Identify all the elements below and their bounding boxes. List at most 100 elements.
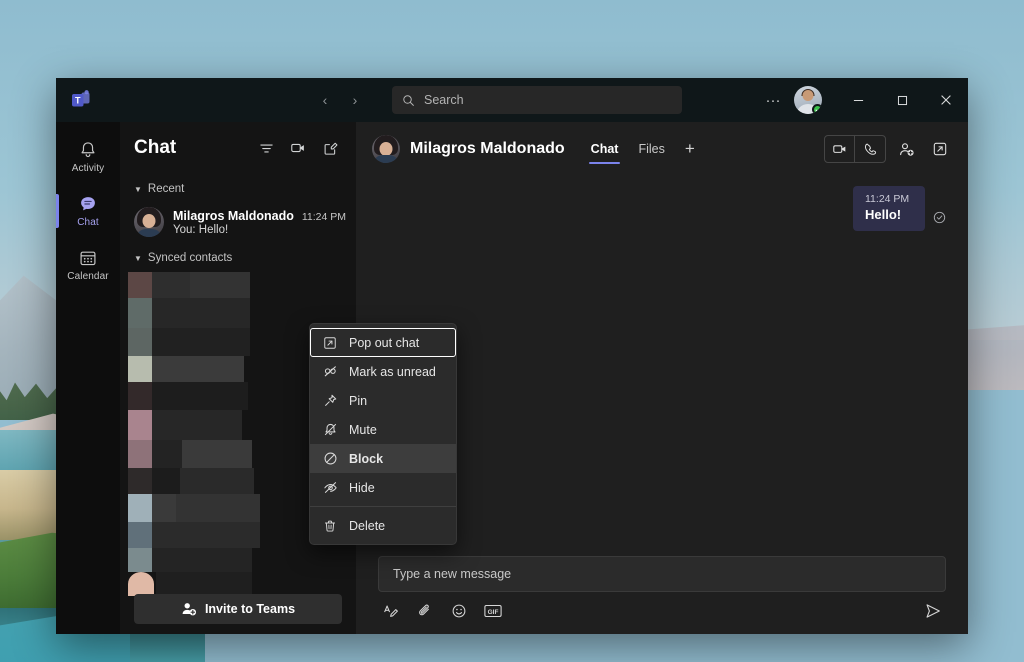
close-icon [940,94,952,106]
conversation-tabs: Chat Files + [583,122,703,176]
group-label: Recent [148,183,184,195]
pop-out-button[interactable] [926,136,954,162]
search-placeholder: Search [424,93,464,107]
attach-icon [417,603,433,619]
menu-item-label: Mute [349,423,377,437]
search-input[interactable]: Search [392,86,682,114]
trash-icon [322,519,338,533]
chat-pane-header: Chat [120,122,356,174]
teams-window: T ‹ › Search ··· [56,78,968,634]
avatar [372,135,400,163]
back-button[interactable]: ‹ [312,87,338,113]
sidebar-item-label: Activity [72,163,104,174]
message-bubble[interactable]: 11:24 PM Hello! [853,186,925,231]
list-item-meta: Milagros Maldonado 11:24 PM You: Hello! [173,209,346,236]
mark-unread-icon [322,364,338,379]
invite-to-teams-button[interactable]: Invite to Teams [134,594,342,624]
chat-pane-header-icons [252,134,344,162]
menu-item-label: Block [349,452,383,466]
menu-item-label: Delete [349,519,385,533]
group-label: Synced contacts [148,252,232,264]
avatar-body [373,155,399,163]
tab-files[interactable]: Files [630,122,672,176]
sidebar-item-calendar[interactable]: Calendar [56,238,120,292]
menu-item-delete[interactable]: Delete [310,511,456,540]
gif-button[interactable]: GIF [480,600,506,622]
minimize-button[interactable] [836,78,880,122]
menu-item-label: Mark as unread [349,365,436,379]
tab-chat[interactable]: Chat [583,122,627,176]
new-chat-button[interactable] [316,134,344,162]
avatar [134,207,164,237]
page-title: Chat [134,137,176,159]
add-people-button[interactable] [892,136,920,162]
svg-text:T: T [75,96,81,106]
menu-item-label: Pop out chat [349,336,419,350]
emoji-button[interactable] [446,600,472,622]
filter-button[interactable] [252,134,280,162]
attach-button[interactable] [412,600,438,622]
menu-item-mute[interactable]: Mute [310,415,456,444]
menu-item-hide[interactable]: Hide [310,473,456,502]
menu-item-block[interactable]: Block [310,444,456,473]
minimize-icon [853,95,864,106]
check-icon [815,107,821,113]
svg-text:GIF: GIF [488,609,499,616]
pop-out-icon [322,336,338,350]
bell-icon [78,140,98,160]
app-rail: Activity Chat [56,122,120,634]
list-item-top-row: Milagros Maldonado 11:24 PM [173,209,346,223]
avatar-body [136,229,162,237]
send-button[interactable] [920,600,946,622]
group-header-recent[interactable]: ▼ Recent [120,174,356,201]
navigation-arrows: ‹ › [312,87,368,113]
gif-icon: GIF [484,604,502,618]
chevron-down-icon: ▼ [134,254,142,263]
composer-toolbar: GIF [378,600,946,622]
filter-icon [259,141,274,156]
video-call-button[interactable] [284,134,312,162]
sidebar-item-label: Chat [77,217,99,228]
message-sent-status-icon [933,211,946,229]
hide-eye-icon [322,480,338,495]
search-icon [402,94,415,107]
invite-button-label: Invite to Teams [205,602,295,616]
maximize-button[interactable] [880,78,924,122]
sidebar-item-chat[interactable]: Chat [56,184,120,238]
sidebar-item-activity[interactable]: Activity [56,130,120,184]
message-timestamp: 11:24 PM [865,193,913,205]
add-tab-button[interactable]: + [677,139,703,159]
format-button[interactable] [378,600,404,622]
audio-call-button[interactable] [855,136,885,162]
video-call-icon [290,140,306,156]
block-icon [322,451,338,466]
video-call-button[interactable] [825,136,855,162]
forward-button[interactable]: › [342,87,368,113]
menu-item-label: Hide [349,481,375,495]
audio-call-icon [863,142,878,157]
list-item[interactable]: Milagros Maldonado 11:24 PM You: Hello! [120,201,356,243]
chevron-down-icon: ▼ [134,185,142,194]
more-options-button[interactable]: ··· [758,85,788,115]
menu-item-mark-as-unread[interactable]: Mark as unread [310,357,456,386]
message-preview: You: Hello! [173,224,346,236]
menu-item-pin[interactable]: Pin [310,386,456,415]
add-people-icon [898,141,915,158]
menu-item-pop-out-chat[interactable]: Pop out chat [310,328,456,357]
message-text: Hello! [865,207,913,222]
group-header-synced-contacts[interactable]: ▼ Synced contacts [120,243,356,270]
close-button[interactable] [924,78,968,122]
avatar[interactable] [794,86,822,114]
emoji-icon [451,603,467,619]
add-person-icon [181,601,197,617]
menu-item-label: Pin [349,394,367,408]
message-input[interactable]: Type a new message [378,556,946,592]
menu-separator [310,506,456,507]
maximize-icon [897,95,908,106]
pin-icon [322,393,338,408]
calendar-icon [78,248,98,268]
message-input-placeholder: Type a new message [393,567,511,581]
desktop-wallpaper: T ‹ › Search ··· [0,0,1024,662]
timestamp: 11:24 PM [302,211,346,223]
title-bar: T ‹ › Search ··· [56,78,968,122]
